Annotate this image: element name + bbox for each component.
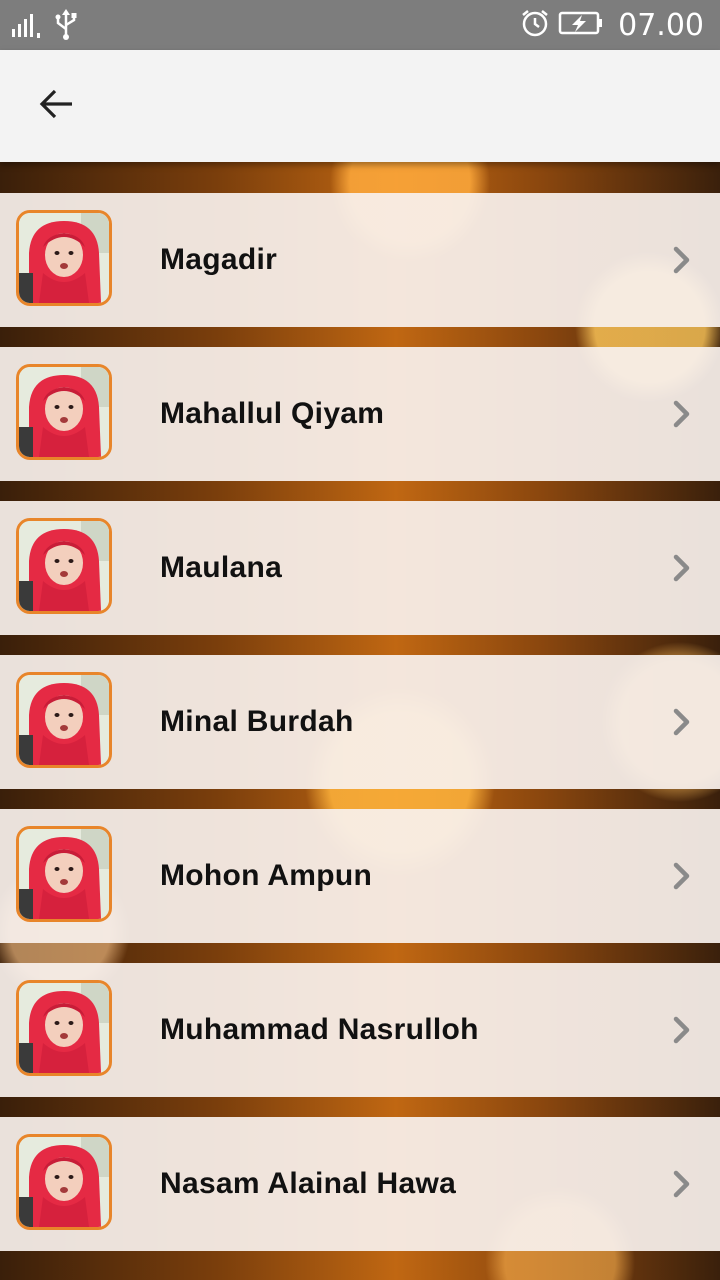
chevron-right-icon xyxy=(666,243,698,277)
song-title: Maulana xyxy=(160,551,283,584)
list-item-4[interactable]: Minal Burdah xyxy=(0,655,720,789)
song-title: Magadir xyxy=(160,243,278,276)
song-title: Mahallul Qiyam xyxy=(160,397,385,430)
chevron-right-icon xyxy=(666,397,698,431)
status-left-icons xyxy=(10,9,80,46)
status-time: 07.00 xyxy=(618,7,704,43)
artist-thumbnail xyxy=(16,364,112,460)
signal-icon xyxy=(10,11,42,44)
song-title: Nasam Alainal Hawa xyxy=(160,1167,457,1200)
artist-thumbnail xyxy=(16,980,112,1076)
song-title: Minal Burdah xyxy=(160,705,354,738)
list-item-3[interactable]: Maulana xyxy=(0,501,720,635)
song-title: Muhammad Nasrulloh xyxy=(160,1013,479,1046)
alarm-icon xyxy=(520,8,550,43)
usb-icon xyxy=(52,9,80,46)
list-item-6[interactable]: Muhammad Nasrulloh xyxy=(0,963,720,1097)
back-button[interactable] xyxy=(26,78,86,134)
list-item-5[interactable]: Mohon Ampun xyxy=(0,809,720,943)
artist-thumbnail xyxy=(16,1134,112,1230)
app-bar xyxy=(0,50,720,162)
arrow-back-icon xyxy=(38,88,74,125)
status-bar: 07.00 xyxy=(0,0,720,50)
list-item-7[interactable]: Nasam Alainal Hawa xyxy=(0,1117,720,1251)
battery-charging-icon xyxy=(558,10,604,41)
song-title: Mohon Ampun xyxy=(160,859,373,892)
chevron-right-icon xyxy=(666,1167,698,1201)
artist-thumbnail xyxy=(16,826,112,922)
song-list: Magadir Mahallul Qiyam Maulana Minal Bur… xyxy=(0,193,720,1271)
chevron-right-icon xyxy=(666,859,698,893)
chevron-right-icon xyxy=(666,705,698,739)
list-item-2[interactable]: Mahallul Qiyam xyxy=(0,347,720,481)
status-right-icons: 07.00 xyxy=(520,0,704,50)
artist-thumbnail xyxy=(16,210,112,306)
list-item-1[interactable]: Magadir xyxy=(0,193,720,327)
chevron-right-icon xyxy=(666,1013,698,1047)
artist-thumbnail xyxy=(16,672,112,768)
chevron-right-icon xyxy=(666,551,698,585)
artist-thumbnail xyxy=(16,518,112,614)
